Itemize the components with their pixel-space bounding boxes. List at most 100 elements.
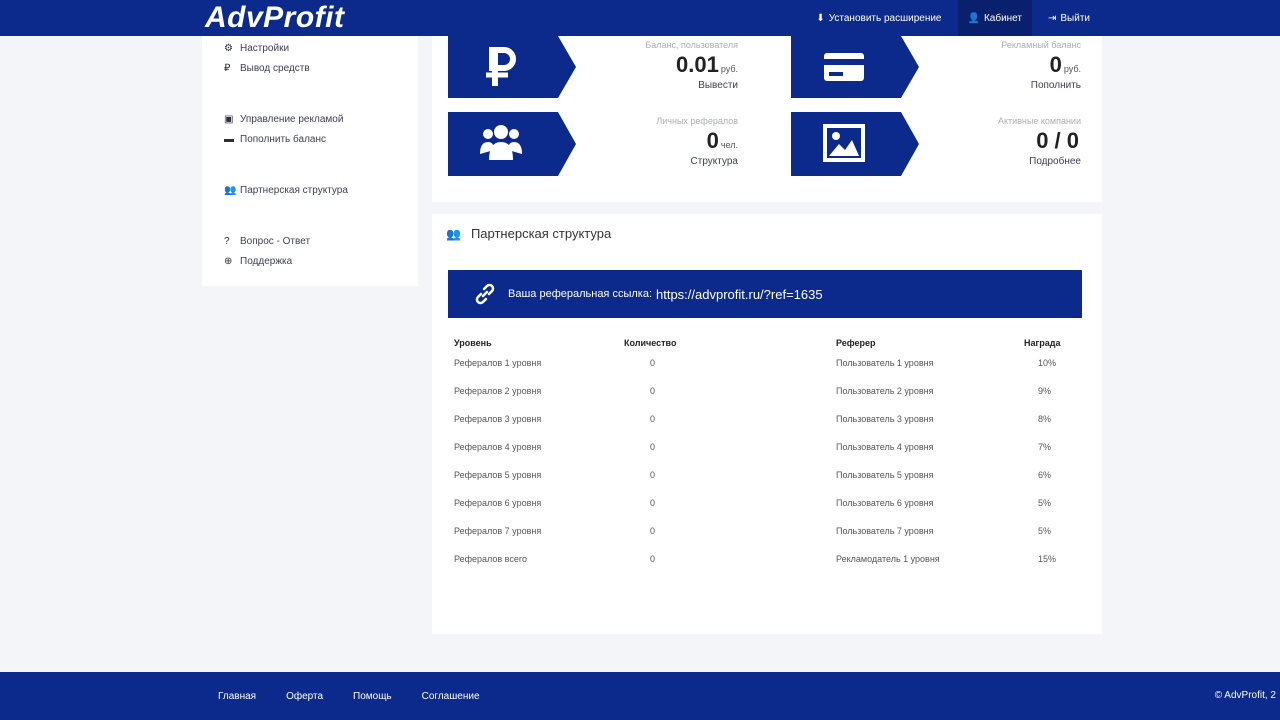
row-referer: Пользователь 1 уровня <box>836 358 934 368</box>
users-icon <box>480 125 522 160</box>
table-row: Рефералов 1 уровня 0 Пользователь 1 уров… <box>454 358 1074 386</box>
sidebar-item-withdraw[interactable]: ₽ Вывод средств <box>224 58 310 78</box>
image-icon <box>823 124 865 162</box>
table-row: Рефералов 7 уровня 0 Пользователь 7 уров… <box>454 526 1074 554</box>
sidebar-group-ads: ▣ Управление рекламой ▬ Пополнить баланс <box>224 109 343 149</box>
row-level: Рефералов 7 уровня <box>454 526 542 536</box>
topup-link[interactable]: Пополнить <box>1031 80 1081 91</box>
row-count: 0 <box>650 554 656 564</box>
sidebar-item-settings[interactable]: ⚙ Настройки <box>224 38 310 58</box>
footer-nav: Главная Оферта Помощь Соглашение <box>218 672 480 720</box>
sidebar-item-faq[interactable]: ? Вопрос - Ответ <box>224 231 310 251</box>
row-level: Рефералов 3 уровня <box>454 414 542 424</box>
row-referer: Пользователь 3 уровня <box>836 414 934 424</box>
details-link[interactable]: Подробнее <box>1029 156 1081 167</box>
user-icon: 👤 <box>967 12 980 24</box>
top-navbar: AdvProfit ⬇ Установить расширение 👤 Каби… <box>0 0 1280 36</box>
row-reward: 15% <box>1038 554 1057 564</box>
footer-link-home[interactable]: Главная <box>218 691 256 702</box>
table-row: Рефералов 5 уровня 0 Пользователь 5 уров… <box>454 470 1074 498</box>
row-reward: 10% <box>1038 358 1057 368</box>
sidebar-group-partners: 👥 Партнерская структура <box>224 180 348 200</box>
column-header-count: Количество <box>624 338 677 348</box>
row-count: 0 <box>650 358 656 368</box>
stats-panel: Баланс, пользователя 0.01 руб. Вывести Ре… <box>432 36 1102 202</box>
sidebar-item-label: Пополнить баланс <box>240 133 326 145</box>
install-extension-link[interactable]: ⬇ Установить расширение <box>806 0 951 36</box>
sidebar-item-topup[interactable]: ▬ Пополнить баланс <box>224 129 343 149</box>
row-count: 0 <box>650 526 656 536</box>
cabinet-link[interactable]: 👤 Кабинет <box>957 0 1032 36</box>
campaigns-title: Активные компании <box>997 116 1081 126</box>
table-row: Рефералов 2 уровня 0 Пользователь 2 уров… <box>454 386 1074 414</box>
structure-link[interactable]: Структура <box>691 156 738 167</box>
row-referer: Пользователь 5 уровня <box>836 470 934 480</box>
sidebar-item-ad-management[interactable]: ▣ Управление рекламой <box>224 109 343 129</box>
referrals-value: 0 чел. <box>707 128 738 154</box>
table-row: Рефералов 6 уровня 0 Пользователь 6 уров… <box>454 498 1074 526</box>
install-extension-label: Установить расширение <box>828 12 942 24</box>
row-count: 0 <box>650 470 656 480</box>
image-icon: ▣ <box>224 113 234 125</box>
users-icon: 👥 <box>446 226 461 241</box>
row-level: Рефералов 1 уровня <box>454 358 542 368</box>
balance-amount: 0.01 <box>676 52 719 77</box>
ruble-icon: ₽ <box>224 62 231 74</box>
credit-card-icon <box>824 53 864 81</box>
ad-balance-icon-box <box>791 36 919 98</box>
row-reward: 6% <box>1038 470 1052 480</box>
footer-link-offer[interactable]: Оферта <box>286 691 323 702</box>
referral-link-label: Ваша реферальная ссылка: <box>508 288 652 300</box>
link-icon <box>475 283 495 305</box>
sidebar-item-partner-structure[interactable]: 👥 Партнерская структура <box>224 180 348 200</box>
row-reward: 7% <box>1038 442 1052 452</box>
referrals-amount: 0 <box>706 128 719 153</box>
ad-balance-unit: руб. <box>1063 64 1081 74</box>
column-header-reward: Награда <box>1024 338 1061 348</box>
balance-unit: руб. <box>720 64 738 74</box>
balance-title: Баланс, пользователя <box>645 40 738 50</box>
logout-icon: ⇥ <box>1048 12 1057 24</box>
withdraw-link[interactable]: Вывести <box>698 80 738 91</box>
balance-value: 0.01 руб. <box>676 52 738 78</box>
referral-link-bar: Ваша реферальная ссылка: https://advprof… <box>448 270 1082 318</box>
row-level: Рефералов 6 уровня <box>454 498 542 508</box>
row-reward: 5% <box>1038 526 1052 536</box>
ruble-icon <box>486 47 516 86</box>
campaigns-value: 0 / 0 <box>1036 128 1081 154</box>
logo[interactable]: AdvProfit <box>205 0 345 36</box>
support-icon: ⊕ <box>224 255 233 267</box>
sidebar-item-support[interactable]: ⊕ Поддержка <box>224 251 310 271</box>
users-icon: 👥 <box>224 184 237 196</box>
sidebar-item-label: Настройки <box>240 42 290 54</box>
footer-link-help[interactable]: Помощь <box>353 691 392 702</box>
table-row: Рефералов 4 уровня 0 Пользователь 4 уров… <box>454 442 1074 470</box>
row-reward: 5% <box>1038 498 1052 508</box>
row-count: 0 <box>650 498 656 508</box>
sidebar-group-account: ⚙ Настройки ₽ Вывод средств <box>224 38 310 78</box>
cabinet-label: Кабинет <box>983 12 1022 24</box>
table-row: Рефералов 3 уровня 0 Пользователь 3 уров… <box>454 414 1074 442</box>
column-header-level: Уровень <box>454 338 492 348</box>
sidebar-group-help: ? Вопрос - Ответ ⊕ Поддержка <box>224 231 310 271</box>
panel-title: 👥 Партнерская структура <box>446 226 611 241</box>
sidebar-item-label: Вопрос - Ответ <box>240 235 311 247</box>
row-level: Рефералов 4 уровня <box>454 442 542 452</box>
sidebar-item-label: Вывод средств <box>240 62 310 74</box>
footer-link-agreement[interactable]: Соглашение <box>422 691 480 702</box>
sidebar-item-label: Партнерская структура <box>240 184 348 196</box>
referral-table: Уровень Количество Реферер Награда Рефер… <box>454 338 1074 582</box>
referrals-icon-box <box>448 112 576 176</box>
logout-link[interactable]: ⇥ Выйти <box>1038 0 1100 36</box>
sidebar-item-label: Управление рекламой <box>240 113 344 125</box>
column-header-referer: Реферер <box>836 338 876 348</box>
footer: Главная Оферта Помощь Соглашение © AdvPr… <box>0 672 1280 720</box>
row-count: 0 <box>650 442 656 452</box>
referrals-card: Личных рефералов 0 чел. Структура <box>448 112 748 178</box>
referrals-title: Личных рефералов <box>656 116 738 126</box>
top-nav: ⬇ Установить расширение 👤 Кабинет ⇥ Выйт… <box>806 0 1100 36</box>
question-icon: ? <box>224 235 230 247</box>
row-referer: Пользователь 6 уровня <box>836 498 934 508</box>
referral-link-url[interactable]: https://advprofit.ru/?ref=1635 <box>656 287 823 302</box>
ad-balance-value: 0 руб. <box>1050 52 1081 78</box>
